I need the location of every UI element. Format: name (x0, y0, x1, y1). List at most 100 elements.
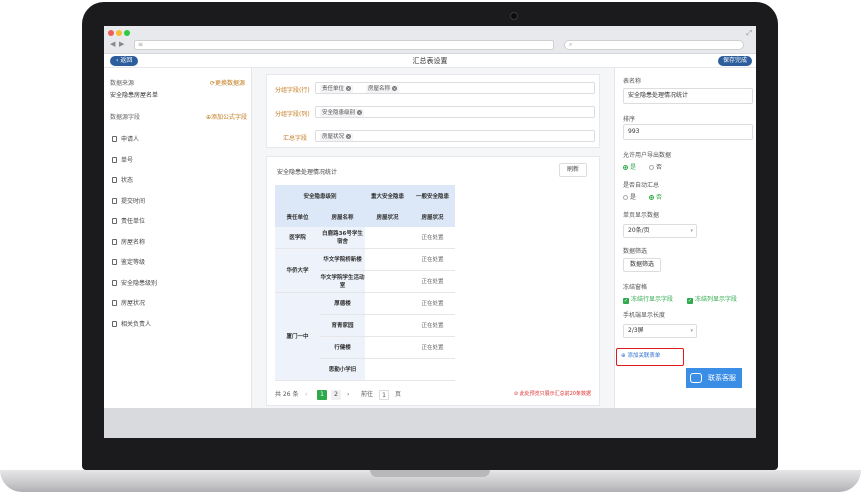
switch-source-link[interactable]: ⟳更换数据源 (210, 78, 245, 87)
check-icon: ✓ (687, 298, 693, 304)
freeze-col-checkbox[interactable]: ✓ 冻结列显示字段 (687, 294, 737, 304)
auto-summary-label: 是否自动汇总 (623, 182, 660, 189)
document-icon (112, 197, 117, 204)
document-icon (112, 136, 117, 142)
order-input[interactable]: 993 (623, 124, 753, 140)
cell-normal-status: 正在处置 (410, 271, 455, 293)
allow-export-yes-radio[interactable]: 是 (623, 162, 636, 171)
browser-search-input[interactable]: ⌕ (564, 40, 744, 50)
col-group-select[interactable]: 安全隐患级别 × (315, 106, 595, 118)
refresh-button[interactable]: 刷新 (559, 163, 587, 177)
field-label: 责任单位 (121, 218, 146, 225)
save-button[interactable]: 保存完成 (717, 56, 752, 66)
freeze-row-checkbox[interactable]: ✓ 冻结行显示字段 (623, 294, 673, 304)
field-item[interactable]: 相关负责人 (112, 319, 151, 328)
field-item[interactable]: 申请人 (112, 134, 139, 143)
mobile-width-select[interactable]: 2/3屏 ▾ (623, 324, 697, 338)
allow-export-label: 允许用户导出数据 (623, 152, 672, 159)
field-label: 状态 (121, 177, 134, 184)
order-label: 排序 (623, 116, 636, 123)
document-icon (112, 218, 117, 224)
radio-label: 是 (630, 194, 637, 201)
service-label: 联系客服 (708, 374, 736, 382)
cell-major-status (365, 315, 410, 337)
cell-unit: 厦门一中 (275, 293, 320, 381)
prev-page-icon[interactable]: ‹ (305, 390, 307, 400)
radio-on-icon (649, 195, 654, 200)
remove-tag-icon[interactable]: × (346, 134, 352, 139)
minimize-window-icon[interactable] (116, 30, 122, 36)
address-bar[interactable]: ≡ (134, 40, 554, 50)
tag-summary-0[interactable]: 房屋状况 × (320, 133, 354, 141)
remove-tag-icon[interactable]: × (357, 110, 363, 115)
add-related-form-link[interactable]: ⊕ 添加关联表单 (616, 348, 684, 366)
field-label: 房屋状况 (121, 300, 146, 307)
row-group-select[interactable]: 责任单位 × 房屋名称 × (315, 82, 595, 94)
tag-row-0[interactable]: 责任单位 × (320, 85, 354, 93)
screen: ◀ ▶ ≡ ⌕ ⤢ ‹ 返回 汇总表设置 保存完成 数据来源 ⟳更换数据源 安全… (104, 26, 756, 438)
header-name: 房屋名称 (320, 209, 365, 227)
data-filter-button[interactable]: 数据筛选 (623, 258, 661, 272)
total-count: 共 26 条 (275, 391, 299, 398)
remove-tag-icon[interactable]: × (392, 86, 398, 91)
cell-house-name: 行健楼 (320, 337, 365, 359)
tag-col-0[interactable]: 安全隐患级别 × (320, 109, 365, 117)
close-window-icon[interactable] (108, 30, 114, 36)
field-item[interactable]: 房屋名称 (112, 237, 145, 246)
goto-page-input[interactable]: 1 (379, 390, 389, 400)
contact-service-button[interactable]: 联系客服 (686, 368, 742, 388)
col-group-label: 分组字段(列) (275, 111, 310, 118)
summary-field-select[interactable]: 房屋状况 × (315, 130, 595, 142)
field-item[interactable]: 责任单位 (112, 216, 145, 225)
cell-normal-status: 正在处置 (410, 337, 455, 359)
tag-label: 责任单位 (322, 86, 345, 92)
next-page-icon[interactable]: › (347, 390, 349, 400)
check-icon: ✓ (623, 298, 629, 304)
auto-summary-no-radio[interactable]: 否 (649, 192, 662, 201)
field-item[interactable]: 状态 (112, 175, 133, 184)
radio-off-icon (649, 165, 654, 170)
field-item[interactable]: 单号 (112, 155, 133, 164)
allow-export-no-radio[interactable]: 否 (649, 162, 662, 171)
per-page-label: 单页显示数据 (623, 212, 660, 219)
document-icon (112, 177, 117, 183)
cell-normal-status: 正在处置 (410, 293, 455, 315)
field-item[interactable]: 鉴定等级 (112, 257, 145, 266)
browser-forward-icon[interactable]: ▶ (119, 40, 124, 48)
cell-house-name: 华文学院学生活动室 (320, 271, 365, 293)
maximize-window-icon[interactable] (124, 30, 130, 36)
tag-label: 房屋状况 (322, 134, 345, 140)
cell-house-name: 育青家园 (320, 315, 365, 337)
app-header: ‹ 返回 汇总表设置 保存完成 (104, 54, 756, 68)
preview-warning: ⊘ 此处预览只展示汇总前20条数据 (513, 391, 591, 397)
browser-back-icon[interactable]: ◀ (110, 40, 115, 48)
page-1-button[interactable]: 1 (317, 390, 327, 400)
header-level: 安全隐患级别 (275, 185, 365, 209)
field-label: 单号 (121, 156, 134, 164)
fullscreen-icon[interactable]: ⤢ (746, 29, 752, 38)
radio-on-icon (623, 165, 628, 170)
tag-label: 安全隐患级别 (322, 110, 356, 116)
remove-tag-icon[interactable]: × (346, 86, 352, 91)
auto-summary-yes-radio[interactable]: 是 (623, 192, 636, 201)
page-2-button[interactable]: 2 (331, 390, 341, 400)
add-formula-field-link[interactable]: ⊕添加公式字段 (206, 112, 247, 121)
checkbox-label: 冻结列显示字段 (695, 296, 738, 303)
table-name-input[interactable]: 安全隐患处理情况统计 (623, 88, 753, 104)
chat-icon (690, 373, 702, 383)
per-page-select[interactable]: 20条/页 ▾ (623, 224, 697, 238)
page-title: 汇总表设置 (412, 57, 448, 65)
header-unit: 责任单位 (275, 209, 320, 227)
cell-house-name: 厚德楼 (320, 293, 365, 315)
document-icon (112, 320, 117, 327)
field-item[interactable]: 提交时间 (112, 196, 145, 205)
chevron-down-icon: ▾ (690, 328, 693, 334)
document-icon (112, 156, 117, 163)
radio-label: 否 (656, 164, 663, 171)
tag-row-1[interactable]: 房屋名称 × (366, 85, 400, 93)
pagination: 共 26 条 ‹ 1 2 › 前往 1 页 ⊘ 此处预览只展示汇总前20条数据 (275, 389, 595, 401)
header-status-major: 房屋状况 (365, 209, 410, 227)
field-item[interactable]: 安全隐患级别 (112, 278, 157, 287)
cell-house-name: 华文学院桥新楼 (320, 249, 365, 271)
field-item[interactable]: 房屋状况 (112, 298, 145, 307)
